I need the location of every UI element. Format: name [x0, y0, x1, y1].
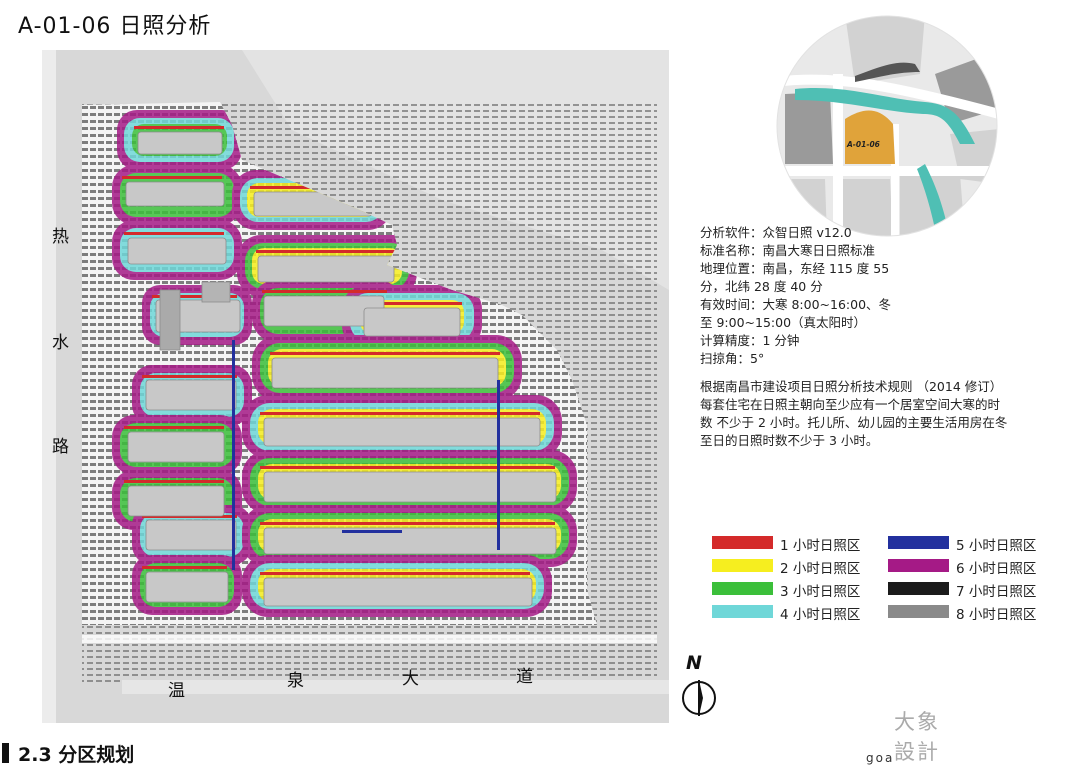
legend-swatch-6h [888, 559, 949, 572]
plot-label: A-01-06 [846, 140, 880, 149]
info-software: 分析软件：众智日照 v12.0 [700, 225, 852, 240]
road-west-char-3: 路 [52, 437, 69, 457]
info-location: 地理位置：南昌，东经 115 度 55 [700, 261, 890, 276]
rule-line-1: 根据南昌市建设项目日照分析技术规则 （2014 修订） [700, 379, 1003, 394]
info-valid-time-cont: 至 9:00~15:00（真太阳时） [700, 315, 867, 330]
legend-label-7h: 7 小时日照区 [956, 584, 1037, 600]
section-title: 2.3 分区规划 [18, 744, 135, 766]
legend-swatch-5h [888, 536, 949, 549]
north-arrow-icon [682, 680, 716, 716]
location-key-map: A-01-06 [776, 15, 998, 237]
info-valid-time: 有效时间：大寒 8:00~16:00、冬 [700, 297, 892, 312]
legend-swatch-8h [888, 605, 949, 618]
rule-line-4: 至日的日照时数不少于 3 小时。 [700, 433, 879, 448]
rule-line-2: 每套住宅在日照主朝向至少应有一个居室空间大寒的时 [700, 397, 1001, 412]
brand-logo-line2: 設計 [894, 740, 940, 764]
legend-label-6h: 6 小时日照区 [956, 561, 1037, 577]
page-title: A-01-06 日照分析 [18, 14, 212, 39]
info-rule: 根据南昌市建设项目日照分析技术规则 （2014 修订） 每套住宅在日照主朝向至少… [700, 378, 1060, 450]
legend-swatch-1h [712, 536, 773, 549]
section-marker [2, 743, 9, 763]
legend-label-1h: 1 小时日照区 [780, 538, 861, 554]
road-south-char-1: 温 [168, 681, 185, 701]
road-south-char-3: 大 [402, 669, 419, 689]
brand-logo-line1: 大象 [894, 710, 940, 734]
legend-label-4h: 4 小时日照区 [780, 607, 861, 623]
info-precision: 计算精度：1 分钟 [700, 333, 800, 348]
legend-label-8h: 8 小时日照区 [956, 607, 1037, 623]
legend-label-5h: 5 小时日照区 [956, 538, 1037, 554]
road-west-char-1: 热 [52, 227, 69, 247]
sunlight-analysis-map [42, 50, 669, 723]
legend-label-2h: 2 小时日照区 [780, 561, 861, 577]
info-standard: 标准名称：南昌大寒日日照标准 [700, 243, 876, 258]
brand-goa: goa [866, 751, 895, 765]
legend-swatch-7h [888, 582, 949, 595]
road-south-char-2: 泉 [287, 671, 304, 691]
legend-swatch-4h [712, 605, 773, 618]
legend-swatch-3h [712, 582, 773, 595]
rule-line-3: 数 不少于 2 小时。托儿所、幼儿园的主要生活用房在冬 [700, 415, 1008, 430]
road-south-char-4: 道 [516, 667, 533, 687]
legend-swatch-2h [712, 559, 773, 572]
road-west-char-2: 水 [52, 333, 69, 353]
legend-label-3h: 3 小时日照区 [780, 584, 861, 600]
info-latitude: 分，北纬 28 度 40 分 [700, 279, 823, 294]
analysis-info: 分析软件：众智日照 v12.0 标准名称：南昌大寒日日照标准 地理位置：南昌，东… [700, 224, 1060, 450]
info-sweep-angle: 扫掠角：5° [700, 351, 765, 366]
